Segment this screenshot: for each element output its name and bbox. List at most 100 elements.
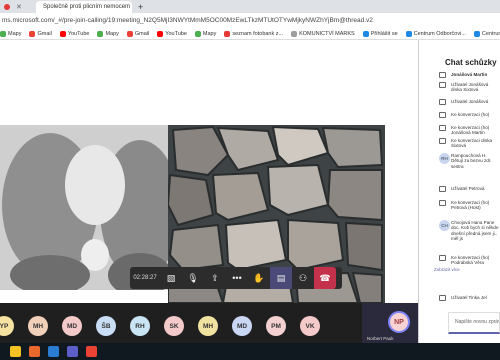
bookmark-item[interactable]: Mapy [0,30,22,37]
avatar: NP [388,311,410,333]
raise-hand-icon[interactable]: ✋ [248,267,270,289]
chat-message: Ke konverzaci (ho) Petrová (Host) [451,200,490,211]
browser-tab-active[interactable]: Společně proti plicním nemocem ✕ [36,1,132,13]
chat-icon[interactable]: ▤ [270,267,292,289]
chat-message: Chvojová Hana Pane doc. Kob bych si někd… [451,220,499,242]
bookmark-label: Mapy [8,30,22,37]
close-icon[interactable]: ✕ [16,3,22,11]
participant-avatar[interactable]: MH [28,316,48,336]
bookmark-icon [29,30,36,37]
bookmark-item[interactable]: Mapy [97,30,119,37]
teams-icon[interactable] [67,346,78,357]
participant-avatar[interactable]: RH [130,316,150,336]
bookmark-item[interactable]: Centrum Markti [473,30,500,37]
system-message-icon [439,186,446,192]
participant-avatar[interactable]: MD [232,316,252,336]
bookmark-label: YouTube [165,30,187,37]
bookmark-label: Centrum Odborčovi... [413,30,466,37]
bookmark-icon [126,30,133,37]
bookmarks-bar: Mapy Gmail YouTube Mapy Gmail YouTube Mapy sezn… [0,28,500,40]
bookmark-icon [224,30,231,37]
bookmark-label: Mapy [105,30,119,37]
share-icon[interactable]: ⇪ [204,267,226,289]
bookmark-item[interactable]: Gmail [126,30,150,37]
chrome-icon[interactable] [86,346,97,357]
hang-up-icon[interactable]: ☎ [314,267,336,289]
chat-message: Uživatel Jonášová dinka Sixtová [451,82,489,93]
tab-favicon-icon [4,4,10,10]
browser-tab[interactable]: ✕ [0,1,34,13]
tab-title: Společně proti plicním nemocem [43,4,131,10]
bookmark-item[interactable]: YouTube [59,30,89,37]
chat-panel: Chat schůzky Jonášová Martin Uživatel Jon… [418,40,500,343]
meeting-timer: 02:28:27 [133,275,157,281]
participant-avatar[interactable]: PM [266,316,286,336]
system-message-icon [439,255,446,261]
bookmark-icon [362,30,369,37]
chat-message: Uživatel Petrová [451,186,485,191]
bookmark-item[interactable]: Centrum Odborčovi... [405,30,466,37]
bookmark-item[interactable]: KOMUNICTVÍ MARKS [291,30,355,37]
bookmark-icon [59,30,66,37]
bookmark-label: Přihlášit se [370,30,398,37]
address-bar[interactable]: ms.microsoft.com/_#/pre-join-calling/19:… [0,13,500,28]
system-message-icon [439,200,446,206]
more-icon[interactable]: ••• [226,267,248,289]
bookmark-item[interactable]: seznam fotobank z... [224,30,284,37]
system-message-icon [439,72,446,78]
bookmark-label: Gmail [134,30,150,37]
bookmark-item[interactable]: Gmail [29,30,52,37]
system-message-icon [439,99,446,105]
participant-avatar[interactable]: ŠB [96,316,116,336]
system-message-icon [439,125,446,131]
bookmark-icon [0,30,6,37]
self-tile: NP Norbert Pauk [362,303,418,343]
avatar: CH [439,220,450,231]
participant-avatar[interactable]: SK [164,316,184,336]
bookmark-item[interactable]: Mapy [194,30,217,37]
bookmark-label: Gmail [37,30,52,37]
meeting-toolbar: 02:28:27 ▧ 🎙 ⇪ ••• ✋ ▤ ⚇ ☎ [130,267,342,289]
self-name: Norbert Pauk [367,336,394,341]
bookmark-icon [405,30,412,37]
chat-message: Ke konverzaci dinka Sixtová [451,138,493,149]
chat-message: Jonášová Martin [451,72,488,77]
chat-message: Uživatel Tinka Jel [451,295,487,300]
bookmark-icon [157,30,164,37]
bookmark-item[interactable]: YouTube [157,30,187,37]
participant-avatar[interactable]: YP [0,316,14,336]
participant-avatar[interactable]: VK [300,316,320,336]
chat-message: Ke konverzaci (ho) Jonášová Martin [451,125,490,136]
participants-strip: YP MH MD ŠB RH SK MH MD PM VK [0,303,418,343]
os-taskbar [0,343,500,360]
participants-icon[interactable]: ⚇ [292,267,314,289]
participant-avatar[interactable]: MH [198,316,218,336]
system-message-icon [439,138,446,144]
file-explorer-icon[interactable] [10,346,21,357]
system-message-icon [439,295,446,301]
compose-message-input[interactable]: Napište novou zprávu [448,312,500,334]
word-icon[interactable] [48,346,59,357]
bookmark-icon [473,30,480,37]
chat-title: Chat schůzky [445,58,497,67]
mic-off-icon[interactable]: 🎙 [182,267,204,289]
chat-message: Rampouchová H. Dětují za bezvu zdr. sest… [451,153,492,169]
firefox-icon[interactable] [29,346,40,357]
bookmark-icon [97,30,104,37]
see-more-link[interactable]: Zobrazit více [434,267,460,272]
system-message-icon [439,82,446,88]
chat-message: Ke konverzaci (ho) [451,112,490,117]
bookmark-label: seznam fotobank z... [232,30,284,37]
participant-avatar[interactable]: MD [62,316,82,336]
shared-screen [0,40,418,305]
bookmark-label: Centrum Markti [481,30,500,37]
bookmark-label: Mapy [202,30,217,37]
bookmark-icon [194,30,201,37]
bookmark-icon [291,30,298,37]
new-tab-button[interactable]: + [134,1,146,13]
bookmark-label: KOMUNICTVÍ MARKS [299,30,355,37]
avatar: RH [439,153,450,164]
bookmark-item[interactable]: Přihlášit se [362,30,398,37]
camera-off-icon[interactable]: ▧ [160,267,182,289]
browser-tab-bar: ✕ Společně proti plicním nemocem ✕ + [0,0,500,13]
